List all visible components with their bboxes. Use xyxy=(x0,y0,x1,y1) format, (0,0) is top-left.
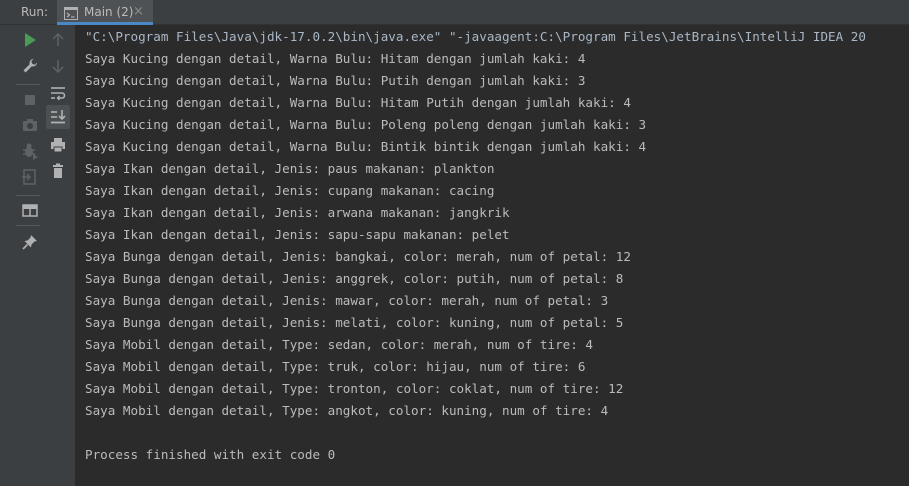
console-tab-icon xyxy=(64,5,78,20)
stop-icon[interactable] xyxy=(20,90,40,110)
run-toolbar xyxy=(0,25,75,486)
toolbar-separator xyxy=(16,195,40,196)
console-line: Saya Ikan dengan detail, Jenis: sapu-sap… xyxy=(85,227,510,242)
layout-icon[interactable] xyxy=(20,200,40,220)
print-icon[interactable] xyxy=(48,135,68,155)
run-label: Run: xyxy=(21,5,49,19)
exit-icon[interactable] xyxy=(20,167,40,187)
console-line: Saya Kucing dengan detail, Warna Bulu: B… xyxy=(85,139,647,154)
soft-wrap-icon[interactable] xyxy=(48,83,68,103)
scroll-to-end-icon[interactable] xyxy=(48,107,68,127)
console-output[interactable]: "C:\Program Files\Java\jdk-17.0.2\bin\ja… xyxy=(75,25,909,486)
wrench-icon[interactable] xyxy=(20,56,40,76)
console-line: Saya Bunga dengan detail, Jenis: mawar, … xyxy=(85,293,609,308)
console-line: Saya Mobil dengan detail, Type: sedan, c… xyxy=(85,337,593,352)
console-line: Saya Ikan dengan detail, Jenis: cupang m… xyxy=(85,183,495,198)
run-panel-header: Run: Main (2) × xyxy=(0,0,909,25)
console-line: Saya Kucing dengan detail, Warna Bulu: P… xyxy=(85,73,586,88)
console-line: Saya Kucing dengan detail, Warna Bulu: H… xyxy=(85,95,631,110)
toolbar-separator xyxy=(16,84,40,85)
debug-icon[interactable] xyxy=(20,141,40,161)
console-line: Saya Ikan dengan detail, Jenis: paus mak… xyxy=(85,161,495,176)
console-line: Saya Bunga dengan detail, Jenis: anggrek… xyxy=(85,271,624,286)
console-line: Saya Bunga dengan detail, Jenis: melati,… xyxy=(85,315,624,330)
close-tab-icon[interactable]: × xyxy=(133,4,144,19)
console-line: Saya Bunga dengan detail, Jenis: bangkai… xyxy=(85,249,631,264)
console-line: Saya Mobil dengan detail, Type: angkot, … xyxy=(85,403,609,418)
up-arrow-icon[interactable] xyxy=(48,30,68,50)
rerun-icon[interactable] xyxy=(20,30,40,50)
pin-icon[interactable] xyxy=(20,232,40,252)
camera-icon[interactable] xyxy=(20,115,40,135)
delete-icon[interactable] xyxy=(48,161,68,181)
toolbar-separator xyxy=(16,225,40,226)
console-line: Saya Mobil dengan detail, Type: tronton,… xyxy=(85,381,624,396)
console-line: Saya Ikan dengan detail, Jenis: arwana m… xyxy=(85,205,510,220)
console-command-line: "C:\Program Files\Java\jdk-17.0.2\bin\ja… xyxy=(85,29,866,44)
down-arrow-icon[interactable] xyxy=(48,56,68,76)
tab-label: Main (2) xyxy=(84,5,134,19)
console-line: Saya Mobil dengan detail, Type: truk, co… xyxy=(85,359,586,374)
console-line: Saya Kucing dengan detail, Warna Bulu: P… xyxy=(85,117,647,132)
process-exit-message: Process finished with exit code 0 xyxy=(85,447,336,462)
console-line: Saya Kucing dengan detail, Warna Bulu: H… xyxy=(85,51,586,66)
